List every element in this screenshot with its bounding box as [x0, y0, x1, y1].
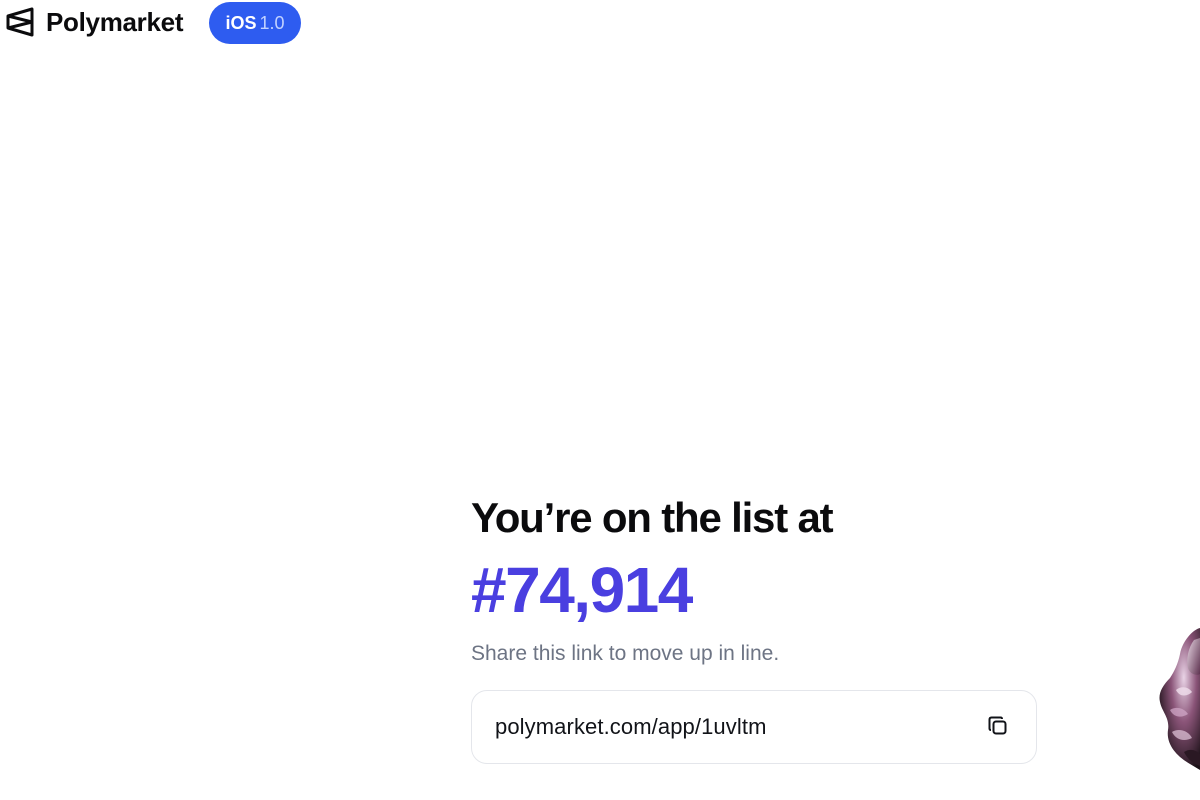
- waitlist-card: You’re on the list at #74,914 Share this…: [471, 494, 1041, 764]
- copy-link-button[interactable]: [982, 711, 1014, 743]
- badge-platform: iOS: [225, 12, 257, 33]
- page: Polymarket iOS 1.0 You’re on the list at…: [0, 0, 1200, 800]
- waitlist-position-number: #74,914: [471, 554, 693, 626]
- polymarket-logo-icon: [4, 5, 36, 39]
- share-link-text[interactable]: polymarket.com/app/1uvltm: [495, 714, 767, 740]
- copy-icon: [986, 714, 1010, 741]
- polymarket-home-link[interactable]: Polymarket: [4, 4, 183, 40]
- version-badge: iOS 1.0: [209, 2, 301, 44]
- waitlist-heading: You’re on the list at: [471, 494, 834, 541]
- waitlist-share-hint: Share this link to move up in line.: [471, 642, 780, 665]
- share-link-field[interactable]: polymarket.com/app/1uvltm: [471, 690, 1037, 764]
- decorative-figure-image: [1150, 620, 1200, 800]
- badge-version: 1.0: [259, 12, 285, 33]
- brand-name: Polymarket: [46, 6, 184, 37]
